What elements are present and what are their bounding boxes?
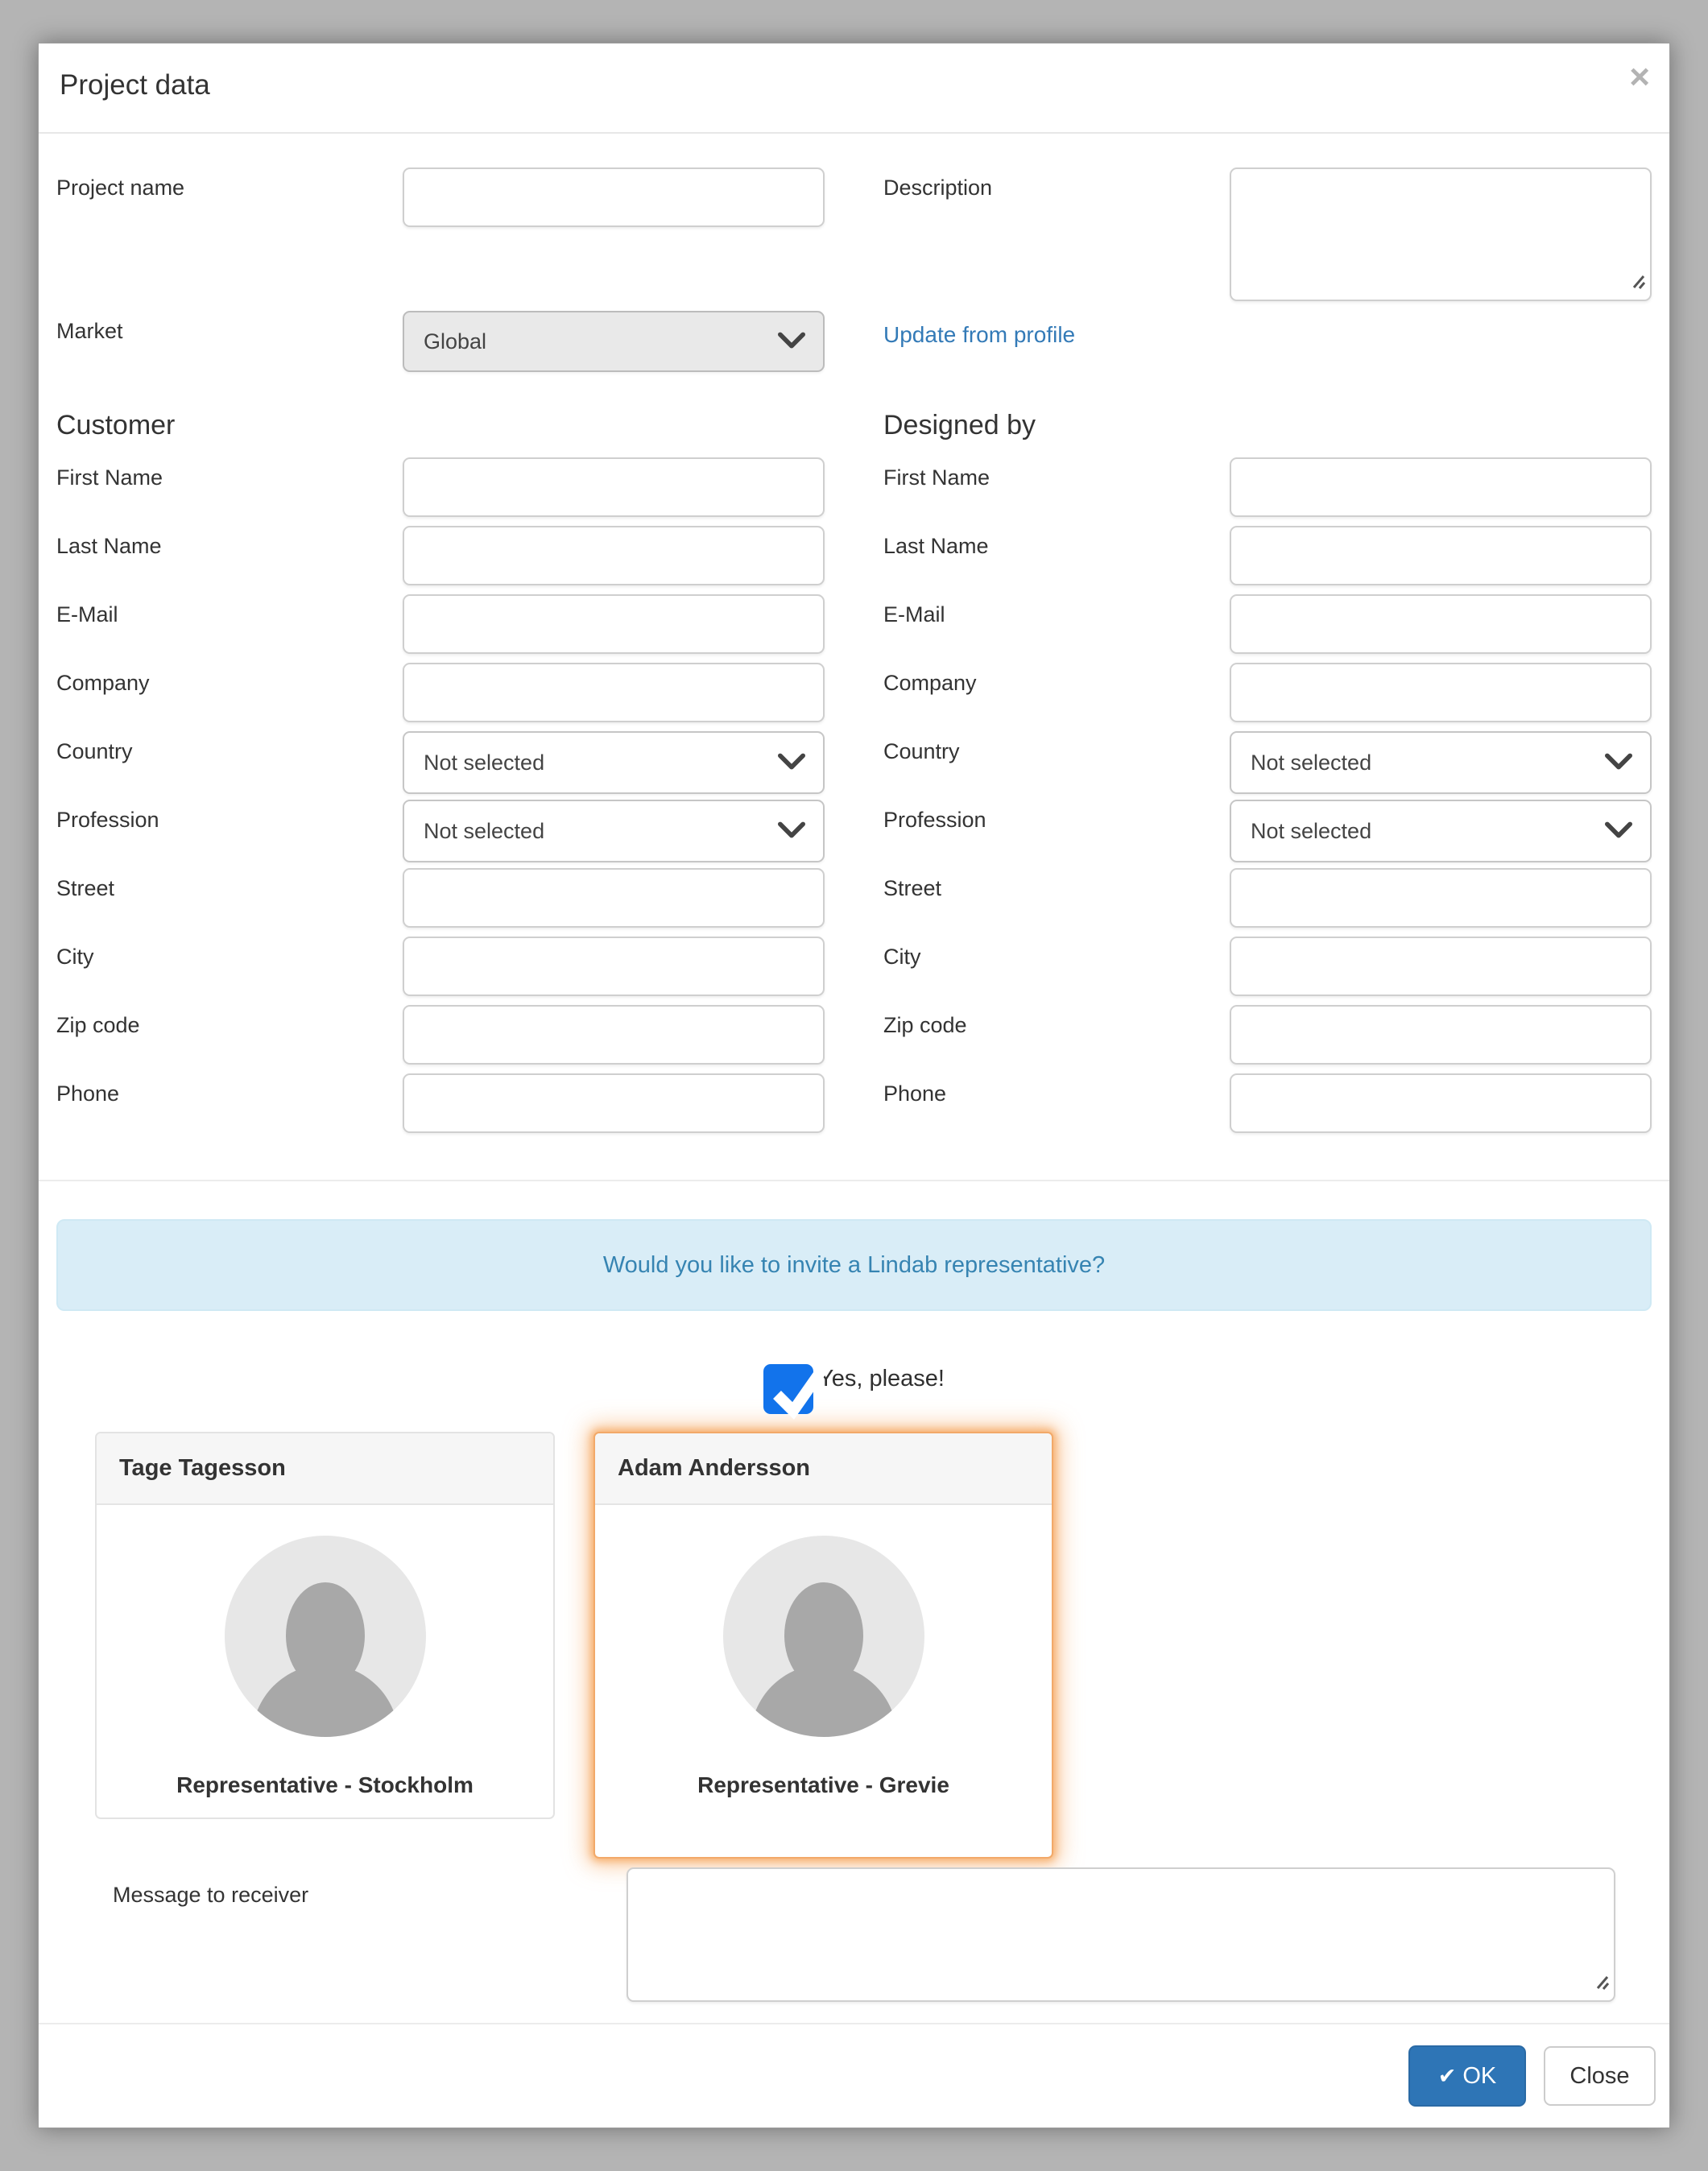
update-from-profile-link[interactable]: Update from profile xyxy=(883,322,1075,348)
chevron-down-icon xyxy=(1605,819,1632,844)
message-to-receiver-label: Message to receiver xyxy=(56,1867,627,2002)
designer-country-label: Country xyxy=(883,731,1230,794)
message-row: Message to receiver xyxy=(56,1867,1652,2002)
description-label: Description xyxy=(883,167,1230,301)
project-name-label: Project name xyxy=(56,167,403,227)
description-textarea[interactable] xyxy=(1230,167,1652,301)
invite-checkbox-label: Yes, please! xyxy=(818,1364,945,1392)
designed-by-header: Designed by xyxy=(883,410,1652,441)
designed-by-column: Designed by First Name Last Name E-Mail … xyxy=(883,381,1652,1142)
market-select[interactable]: Global xyxy=(403,311,825,372)
section-divider xyxy=(39,1180,1669,1181)
designer-country-select[interactable]: Not selected xyxy=(1230,731,1652,794)
designer-profession-select[interactable]: Not selected xyxy=(1230,800,1652,862)
customer-profession-select[interactable]: Not selected xyxy=(403,800,825,862)
designer-profession-value: Not selected xyxy=(1251,819,1371,844)
invite-checkbox[interactable] xyxy=(763,1364,813,1414)
customer-profession-label: Profession xyxy=(56,800,403,862)
top-section: Project name Market Global xyxy=(56,167,1652,381)
designer-email-input[interactable] xyxy=(1230,594,1652,654)
customer-last-name-input[interactable] xyxy=(403,526,825,585)
people-section: Customer First Name Last Name E-Mail Com… xyxy=(56,381,1652,1142)
chevron-down-icon xyxy=(778,329,805,354)
designer-first-name-input[interactable] xyxy=(1230,457,1652,517)
customer-street-input[interactable] xyxy=(403,868,825,928)
project-name-input[interactable] xyxy=(403,167,825,227)
check-icon: ✔ xyxy=(1438,2064,1457,2089)
customer-company-label: Company xyxy=(56,663,403,722)
close-button[interactable]: Close xyxy=(1544,2046,1656,2106)
modal-header: Project data × xyxy=(39,43,1669,134)
designer-phone-input[interactable] xyxy=(1230,1073,1652,1133)
ok-button-label: OK xyxy=(1462,2063,1496,2090)
market-select-value: Global xyxy=(424,329,486,354)
designer-zip-input[interactable] xyxy=(1230,1005,1652,1065)
customer-phone-input[interactable] xyxy=(403,1073,825,1133)
representatives-row: Tage Tagesson Representative - Stockholm… xyxy=(56,1432,1652,1859)
customer-street-label: Street xyxy=(56,868,403,928)
invite-checkbox-row: Yes, please! xyxy=(56,1364,1652,1414)
modal-title: Project data xyxy=(60,69,210,101)
top-left-column: Project name Market Global xyxy=(56,167,825,381)
avatar xyxy=(723,1536,924,1737)
customer-city-label: City xyxy=(56,937,403,996)
designer-street-input[interactable] xyxy=(1230,868,1652,928)
designer-company-input[interactable] xyxy=(1230,663,1652,722)
designer-company-label: Company xyxy=(883,663,1230,722)
designer-last-name-input[interactable] xyxy=(1230,526,1652,585)
page-backdrop: Project data × Project name Market Globa… xyxy=(0,0,1708,2171)
modal-body: Project name Market Global xyxy=(39,134,1669,2023)
market-label: Market xyxy=(56,311,403,372)
designer-profession-label: Profession xyxy=(883,800,1230,862)
customer-first-name-label: First Name xyxy=(56,457,403,517)
designer-last-name-label: Last Name xyxy=(883,526,1230,585)
designer-city-input[interactable] xyxy=(1230,937,1652,996)
representative-card-tage[interactable]: Tage Tagesson Representative - Stockholm xyxy=(95,1432,555,1819)
ok-button[interactable]: ✔ OK xyxy=(1408,2045,1526,2107)
designer-zip-label: Zip code xyxy=(883,1005,1230,1065)
representative-card-adam[interactable]: Adam Andersson Representative - Grevie xyxy=(593,1432,1053,1859)
close-icon[interactable]: × xyxy=(1629,60,1650,95)
customer-zip-input[interactable] xyxy=(403,1005,825,1065)
customer-country-value: Not selected xyxy=(424,751,544,775)
chevron-down-icon xyxy=(1605,751,1632,775)
designer-city-label: City xyxy=(883,937,1230,996)
customer-header: Customer xyxy=(56,410,825,441)
representative-name: Adam Andersson xyxy=(595,1433,1052,1505)
representative-role: Representative - Grevie xyxy=(595,1772,1052,1798)
customer-phone-label: Phone xyxy=(56,1073,403,1133)
check-icon xyxy=(767,1350,833,1420)
designer-street-label: Street xyxy=(883,868,1230,928)
customer-email-input[interactable] xyxy=(403,594,825,654)
chevron-down-icon xyxy=(778,819,805,844)
customer-column: Customer First Name Last Name E-Mail Com… xyxy=(56,381,825,1142)
close-button-label: Close xyxy=(1569,2063,1629,2090)
customer-city-input[interactable] xyxy=(403,937,825,996)
designer-country-value: Not selected xyxy=(1251,751,1371,775)
customer-country-label: Country xyxy=(56,731,403,794)
avatar xyxy=(225,1536,426,1737)
customer-first-name-input[interactable] xyxy=(403,457,825,517)
representative-role: Representative - Stockholm xyxy=(97,1772,553,1798)
top-right-column: Description Update from profile xyxy=(883,167,1652,381)
customer-profession-value: Not selected xyxy=(424,819,544,844)
designer-first-name-label: First Name xyxy=(883,457,1230,517)
customer-email-label: E-Mail xyxy=(56,594,403,654)
chevron-down-icon xyxy=(778,751,805,775)
customer-last-name-label: Last Name xyxy=(56,526,403,585)
message-to-receiver-textarea[interactable] xyxy=(627,1867,1615,2002)
designer-phone-label: Phone xyxy=(883,1073,1230,1133)
customer-company-input[interactable] xyxy=(403,663,825,722)
customer-country-select[interactable]: Not selected xyxy=(403,731,825,794)
representative-name: Tage Tagesson xyxy=(97,1433,553,1505)
modal-footer: ✔ OK Close xyxy=(39,2023,1669,2128)
designer-email-label: E-Mail xyxy=(883,594,1230,654)
customer-zip-label: Zip code xyxy=(56,1005,403,1065)
project-data-modal: Project data × Project name Market Globa… xyxy=(38,43,1670,2128)
invite-banner: Would you like to invite a Lindab repres… xyxy=(56,1219,1652,1311)
